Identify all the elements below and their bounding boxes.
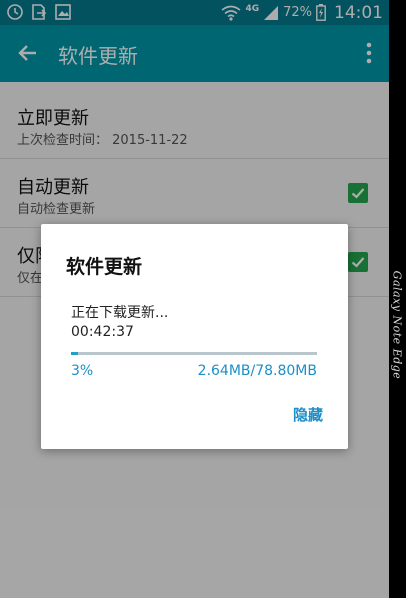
phone-screen: 4G 72% 14:01 软件更新 立即更新 上次检查时间： 2015-11-2…: [0, 0, 389, 598]
download-progress-fill: [71, 352, 79, 355]
remaining-time: 00:42:37: [71, 324, 134, 340]
device-label: Galaxy Note Edge: [390, 270, 404, 380]
download-message: 正在下载更新...: [71, 305, 169, 321]
download-progress-bar: [71, 352, 317, 355]
dialog-title: 软件更新: [66, 256, 143, 278]
hide-button[interactable]: 隐藏: [293, 404, 323, 425]
progress-size: 2.64MB/78.80MB: [197, 363, 317, 379]
update-dialog: 软件更新 正在下载更新... 00:42:37 3% 2.64MB/78.80M…: [41, 224, 348, 449]
progress-percent: 3%: [71, 363, 94, 379]
